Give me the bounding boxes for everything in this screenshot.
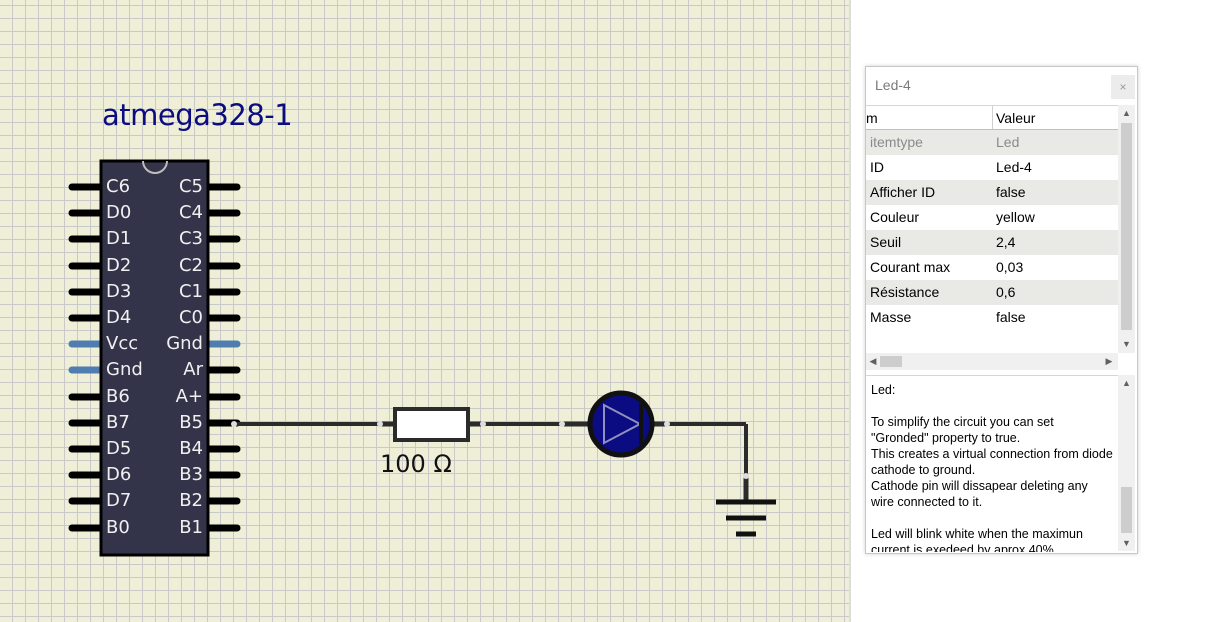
scrollbar-thumb[interactable] xyxy=(1121,487,1132,533)
pin-label: Gnd xyxy=(106,359,143,380)
property-row[interactable]: itemtype Led xyxy=(866,130,1118,155)
pin-label: A+ xyxy=(175,386,203,407)
property-row[interactable]: Courant max 0,03 xyxy=(866,255,1118,280)
component-title: atmega328-1 xyxy=(102,98,293,132)
pin-label: Ar xyxy=(183,359,203,380)
column-header-value[interactable]: Valeur xyxy=(996,110,1035,126)
property-value[interactable]: Led xyxy=(996,134,1019,150)
pin-label: C4 xyxy=(178,202,203,223)
pin-label: C3 xyxy=(178,228,203,249)
pin-label: B6 xyxy=(106,386,130,407)
pin-label: D7 xyxy=(106,490,132,511)
column-header-name[interactable]: m xyxy=(866,110,878,126)
pin-label: B3 xyxy=(179,464,203,485)
pin-label: C5 xyxy=(178,176,203,197)
property-value[interactable]: 0,6 xyxy=(996,284,1015,300)
scroll-down-icon[interactable]: ▼ xyxy=(1118,338,1135,350)
pin-label: D0 xyxy=(106,202,132,223)
scrollbar-thumb[interactable] xyxy=(1121,123,1132,330)
led-diode[interactable] xyxy=(559,390,670,458)
scroll-up-icon[interactable]: ▲ xyxy=(1118,107,1135,119)
pin-label: B0 xyxy=(106,517,130,538)
property-name: ID xyxy=(870,159,884,175)
resistor[interactable] xyxy=(377,407,486,442)
scrollbar-thumb[interactable] xyxy=(880,356,902,367)
property-name: Courant max xyxy=(870,259,951,275)
pin-label: C6 xyxy=(106,176,131,197)
grid-horizontal-scrollbar[interactable]: ◀ ▶ xyxy=(866,353,1118,370)
property-row[interactable]: Masse false xyxy=(866,305,1118,330)
property-grid: m Valeur itemtype Led ID Led-4 Afficher ID fa… xyxy=(866,105,1118,354)
scroll-down-icon[interactable]: ▼ xyxy=(1118,537,1135,549)
pin-label: B2 xyxy=(179,490,203,511)
pin-label: C0 xyxy=(178,307,203,328)
column-separator[interactable] xyxy=(992,106,993,129)
pin-label: Vcc xyxy=(106,333,139,354)
resistor-label: 100 Ω xyxy=(380,450,452,478)
property-value[interactable]: false xyxy=(996,309,1026,325)
properties-panel: Led-4 × m Valeur itemtype Led ID Led-4 Affic… xyxy=(865,66,1138,554)
pin-label: D3 xyxy=(106,281,132,302)
scroll-right-icon[interactable]: ▶ xyxy=(1102,355,1116,367)
wire-node xyxy=(231,421,237,427)
help-text: Led: To simplify the circuit you can set… xyxy=(871,383,1113,552)
pin-label: D1 xyxy=(106,228,132,249)
pin-label: D2 xyxy=(106,255,132,276)
property-value[interactable]: 0,03 xyxy=(996,259,1023,275)
pin-label: Gnd xyxy=(166,333,203,354)
pin-label: B5 xyxy=(179,412,203,433)
property-row[interactable]: Couleur yellow xyxy=(866,205,1118,230)
pin-label: B4 xyxy=(179,438,203,459)
property-row[interactable]: Résistance 0,6 xyxy=(866,280,1118,305)
panel-title: Led-4 xyxy=(875,77,911,93)
property-value[interactable]: 2,4 xyxy=(996,234,1015,250)
grid-vertical-scrollbar[interactable]: ▲ ▼ xyxy=(1118,105,1135,353)
property-value[interactable]: Led-4 xyxy=(996,159,1032,175)
property-name: Résistance xyxy=(870,284,940,300)
ground-symbol[interactable] xyxy=(716,473,776,537)
pin-label: B1 xyxy=(179,517,203,538)
property-row[interactable]: ID Led-4 xyxy=(866,155,1118,180)
help-vertical-scrollbar[interactable]: ▲ ▼ xyxy=(1118,375,1135,551)
property-name: Afficher ID xyxy=(870,184,936,200)
panel-divider[interactable] xyxy=(849,0,851,622)
property-row[interactable]: Afficher ID false xyxy=(866,180,1118,205)
help-text-area[interactable]: Led: To simplify the circuit you can set… xyxy=(866,375,1118,552)
property-value[interactable]: yellow xyxy=(996,209,1035,225)
pin-label: D6 xyxy=(106,464,132,485)
scroll-left-icon[interactable]: ◀ xyxy=(866,355,880,367)
property-name: Couleur xyxy=(870,209,920,225)
property-row[interactable]: Seuil 2,4 xyxy=(866,230,1118,255)
pin-label: D4 xyxy=(106,307,132,328)
grid-header: m Valeur xyxy=(866,106,1118,130)
property-name: Seuil xyxy=(870,234,902,250)
property-name: itemtype xyxy=(870,134,923,150)
pin-label: C1 xyxy=(178,281,203,302)
property-value[interactable]: false xyxy=(996,184,1026,200)
property-name: Masse xyxy=(870,309,912,325)
pin-label: C2 xyxy=(178,255,203,276)
pin-label: D5 xyxy=(106,438,132,459)
scroll-up-icon[interactable]: ▲ xyxy=(1118,377,1135,389)
close-button[interactable]: × xyxy=(1111,75,1135,99)
pin-label: B7 xyxy=(106,412,130,433)
